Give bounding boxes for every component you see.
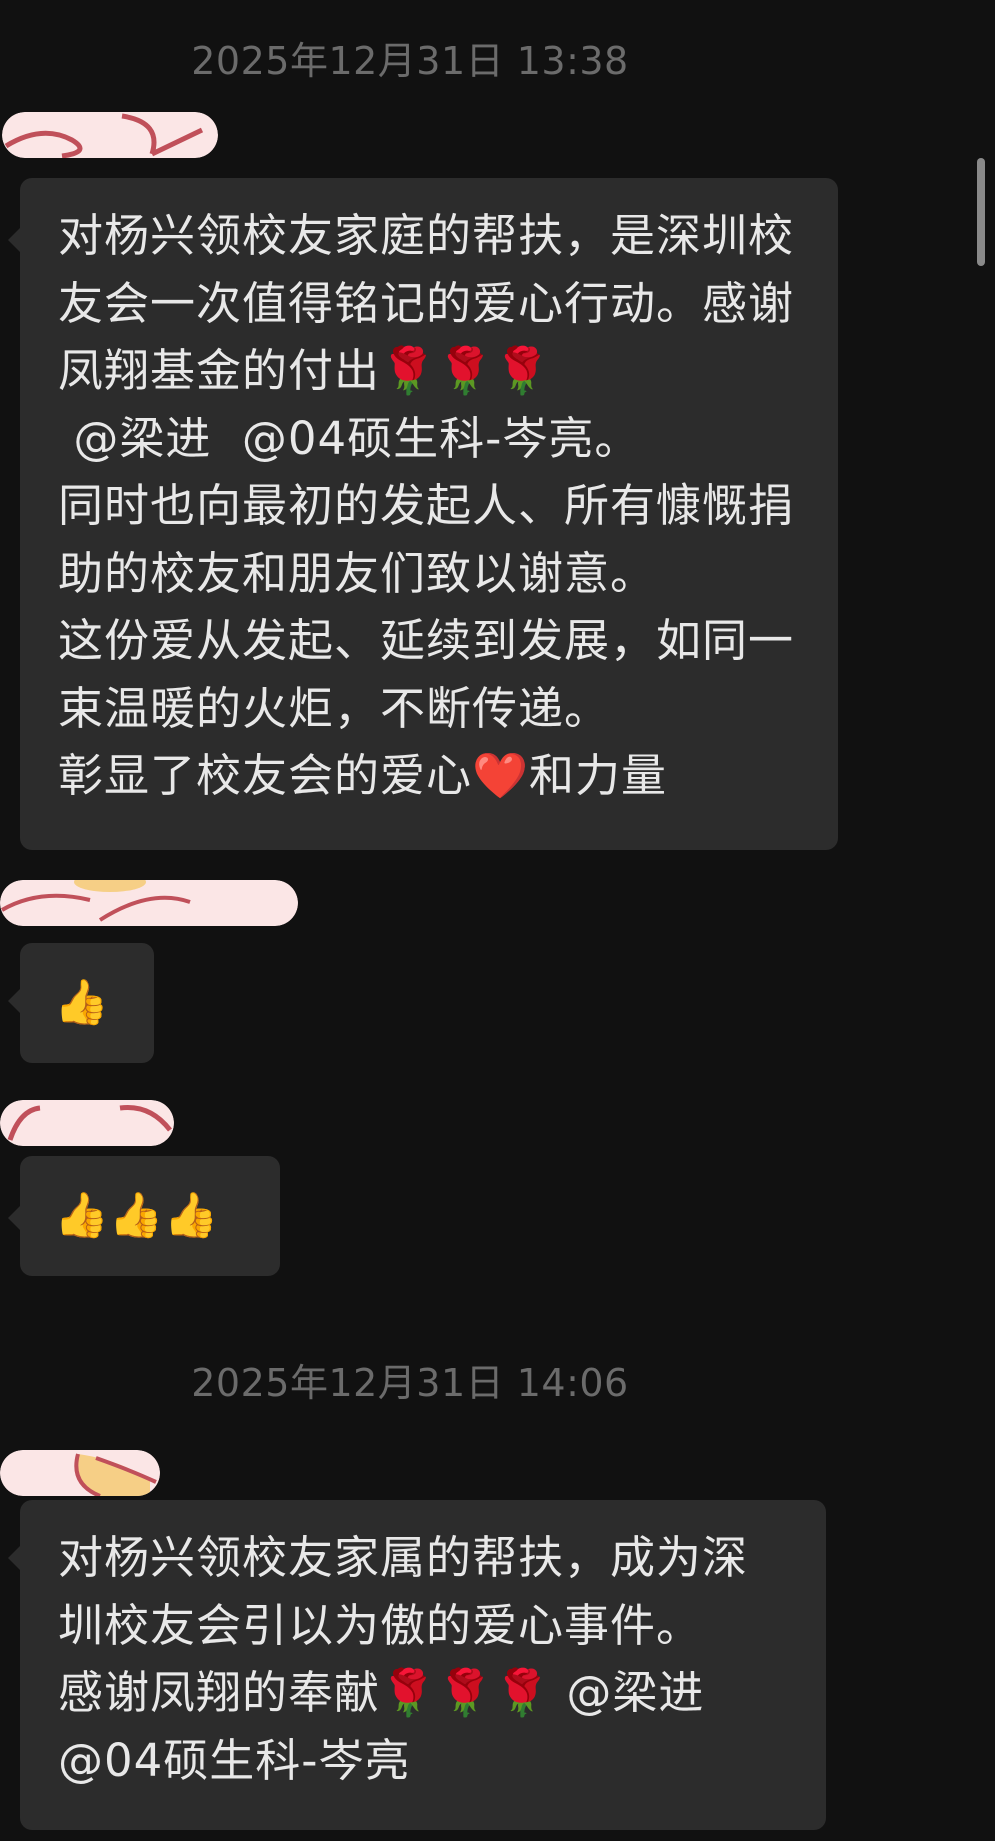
message-text: 对杨兴领校友家属的帮扶，成为深圳校友会引以为傲的爱心事件。 感谢凤翔的奉献🌹🌹🌹… bbox=[58, 1531, 749, 1787]
redaction-scribble bbox=[2, 112, 218, 158]
sender-name-redacted[interactable] bbox=[0, 1450, 160, 1496]
message-timestamp: 2025年12月31日 14:06 bbox=[191, 1361, 629, 1405]
bubble-tail bbox=[8, 228, 20, 252]
message-text: 👍 bbox=[54, 977, 109, 1028]
message-bubble[interactable]: 对杨兴领校友家庭的帮扶，是深圳校友会一次值得铭记的爱心行动。感谢凤翔基金的付出🌹… bbox=[8, 178, 838, 850]
bubble-tail bbox=[8, 989, 20, 1013]
bubble-tail bbox=[8, 1206, 20, 1230]
redaction-scribble bbox=[0, 880, 298, 926]
message-bubble[interactable]: 👍👍👍 bbox=[8, 1156, 280, 1276]
message-timestamp: 2025年12月31日 13:38 bbox=[191, 39, 629, 83]
scrollbar[interactable] bbox=[977, 158, 985, 266]
redaction-scribble bbox=[0, 1100, 174, 1146]
message-bubble[interactable]: 👍 bbox=[8, 943, 154, 1063]
sender-name-redacted[interactable] bbox=[0, 880, 298, 926]
message-bubble[interactable]: 对杨兴领校友家属的帮扶，成为深圳校友会引以为傲的爱心事件。 感谢凤翔的奉献🌹🌹🌹… bbox=[8, 1500, 826, 1830]
sender-name-redacted[interactable] bbox=[2, 112, 218, 158]
message-text: 👍👍👍 bbox=[54, 1190, 219, 1241]
bubble-tail bbox=[8, 1546, 20, 1570]
message-text: 对杨兴领校友家庭的帮扶，是深圳校友会一次值得铭记的爱心行动。感谢凤翔基金的付出🌹… bbox=[58, 209, 795, 802]
sender-name-redacted[interactable] bbox=[0, 1100, 174, 1146]
redaction-scribble bbox=[0, 1450, 160, 1496]
